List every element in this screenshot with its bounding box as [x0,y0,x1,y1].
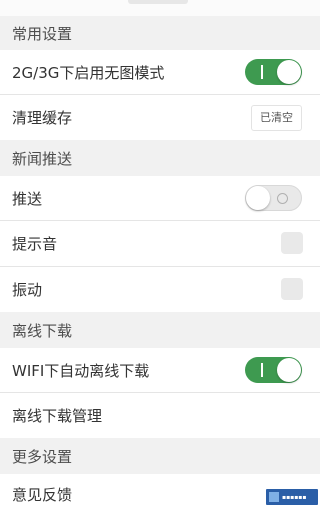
section-title: 更多设置 [12,447,73,466]
header-remnant [128,0,188,4]
row-label: 2G/3G下启用无图模式 [12,63,165,82]
section-common-settings: 常用设置 [0,16,320,50]
section-news-push: 新闻推送 [0,140,320,176]
row-clear-cache[interactable]: 清理缓存 已清空 [0,95,320,140]
row-wifi-offline[interactable]: WIFI下自动离线下载 [0,348,320,392]
toggle-knob [277,358,301,382]
row-label: 清理缓存 [12,109,73,127]
section-offline-download: 离线下载 [0,312,320,348]
row-label: 推送 [12,189,43,208]
toggle-knob [246,186,270,210]
row-label: 意见反馈 [12,485,73,504]
section-title: 新闻推送 [12,149,73,168]
sound-checkbox[interactable] [281,232,303,254]
push-toggle[interactable] [245,185,302,211]
row-vibrate[interactable]: 振动 [0,267,320,312]
toggle-knob [277,60,301,84]
toggle-off-mark [277,193,288,204]
vibrate-checkbox[interactable] [281,278,303,300]
row-offline-manage[interactable]: 离线下载管理 [0,393,320,438]
row-label: 振动 [12,281,43,299]
clear-cache-button[interactable]: 已清空 [251,105,302,131]
row-push[interactable]: 推送 [0,176,320,220]
row-label: 离线下载管理 [12,407,103,425]
watermark-lettering: ▪▪▪▪▪▪ [282,493,307,501]
top-bar [0,0,320,16]
section-title: 常用设置 [12,24,73,43]
section-more-settings: 更多设置 [0,438,320,474]
row-label: 提示音 [12,235,58,253]
row-no-image-mode[interactable]: 2G/3G下启用无图模式 [0,50,320,94]
section-title: 离线下载 [12,321,73,340]
no-image-mode-toggle[interactable] [245,59,302,85]
watermark-icon [269,492,279,502]
wifi-offline-toggle[interactable] [245,357,302,383]
row-label: WIFI下自动离线下载 [12,361,150,380]
toggle-on-mark [261,363,263,377]
site-watermark-logo: ▪▪▪▪▪▪ [266,489,318,505]
row-sound[interactable]: 提示音 [0,221,320,266]
toggle-on-mark [261,65,263,79]
